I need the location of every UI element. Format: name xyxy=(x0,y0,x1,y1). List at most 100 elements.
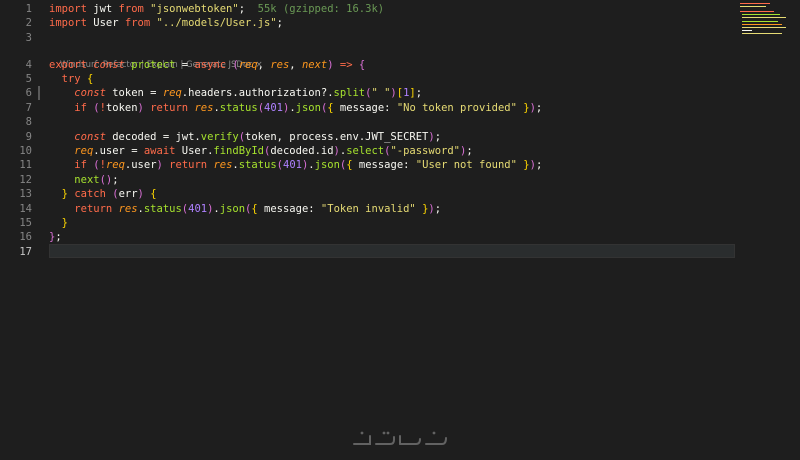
line-code: const token = req.headers.authorization?… xyxy=(49,86,422,100)
line-number: 5 xyxy=(25,73,32,85)
code-token: "-password" xyxy=(390,145,460,157)
code-token: = xyxy=(175,59,195,71)
line-number: 7 xyxy=(25,102,32,114)
code-token: err xyxy=(118,188,138,200)
code-line[interactable]: 14 return res.status(401).json({ message… xyxy=(0,202,740,216)
line-code: } xyxy=(49,216,68,230)
code-token: return xyxy=(169,159,208,171)
code-line[interactable]: 3 xyxy=(0,31,740,45)
code-token: res xyxy=(194,102,214,114)
code-token: token xyxy=(105,87,151,99)
line-code: export const protect = async (req, res, … xyxy=(49,58,365,72)
code-token: req xyxy=(238,59,258,71)
code-line[interactable]: 2 import User from "../models/User.js"; xyxy=(0,16,740,30)
code-token: message: xyxy=(333,102,397,114)
code-line[interactable]: 10 req.user = await User.findById(decode… xyxy=(0,144,740,158)
code-token: catch xyxy=(74,188,106,200)
code-line[interactable]: 9 const decoded = jwt.verify(token, proc… xyxy=(0,130,740,144)
code-token: " " xyxy=(371,87,391,99)
line-code: try { xyxy=(49,72,94,86)
code-token: await xyxy=(143,145,176,157)
code-token: req xyxy=(105,159,125,171)
code-line[interactable]: 16}; xyxy=(0,230,740,244)
code-token: 55k (gzipped: 16.3k) xyxy=(245,3,385,15)
code-line[interactable]: 17 xyxy=(0,245,740,259)
code-token: } xyxy=(516,159,530,171)
code-token: verify xyxy=(200,131,239,143)
code-token: } xyxy=(516,102,530,114)
code-editor[interactable]: Windsurf: Refactor | Explain | Generate … xyxy=(0,0,800,460)
code-token: status xyxy=(219,102,258,114)
code-token: status xyxy=(238,159,277,171)
code-line[interactable]: 7 if (!token) return res.status(401).jso… xyxy=(0,101,740,115)
code-token: User. xyxy=(175,145,214,157)
code-token: message: xyxy=(257,203,321,215)
code-line[interactable]: 6 const token = req.headers.authorizatio… xyxy=(0,86,740,100)
code-line[interactable]: 11 if (!req.user) return res.status(401)… xyxy=(0,158,740,172)
code-token: decoded xyxy=(105,131,163,143)
codelens-bar: Windsurf: Refactor | Explain | Generate … xyxy=(49,44,263,70)
code-token: ; xyxy=(434,203,442,215)
code-line[interactable]: 4 export const protect = async (req, res,… xyxy=(0,58,740,72)
line-number: 10 xyxy=(19,145,32,157)
code-line[interactable]: 13 } catch (err) { xyxy=(0,187,740,201)
code-token: split xyxy=(333,87,366,99)
line-number: 9 xyxy=(25,131,32,143)
line-code: const decoded = jwt.verify(token, proces… xyxy=(49,130,441,144)
line-number: 14 xyxy=(19,203,32,215)
line-number: 16 xyxy=(19,231,32,243)
line-code: req.user = await User.findById(decoded.i… xyxy=(49,144,473,158)
line-code: next(); xyxy=(49,173,118,187)
code-token: decoded.id xyxy=(270,145,334,157)
code-token: "../models/User.js" xyxy=(156,17,277,29)
code-token: ; xyxy=(466,145,473,157)
code-line[interactable]: 1 import jwt from "jsonwebtoken"; 55k (gz… xyxy=(0,2,740,16)
code-token: json xyxy=(314,159,340,171)
code-line[interactable]: 5 try { xyxy=(0,72,740,86)
code-token: export xyxy=(49,59,87,71)
minimap[interactable] xyxy=(738,2,788,42)
code-token: select xyxy=(346,145,385,157)
code-token: message: xyxy=(352,159,416,171)
line-number: 17 xyxy=(19,246,32,258)
code-token: token xyxy=(105,102,138,114)
khamsat-logo-icon xyxy=(353,431,447,445)
line-code: }; xyxy=(49,230,62,244)
line-number: 12 xyxy=(19,174,32,186)
code-token: import xyxy=(49,17,87,29)
code-token: = xyxy=(162,131,176,143)
code-line[interactable]: 15 } xyxy=(0,216,740,230)
code-token: res xyxy=(270,59,290,71)
code-token: { xyxy=(358,59,366,71)
line-code: import jwt from "jsonwebtoken"; 55k (gzi… xyxy=(49,2,384,16)
code-token: if xyxy=(74,102,87,114)
code-token: .user xyxy=(124,159,157,171)
line-code: if (!req.user) return res.status(401).js… xyxy=(49,158,542,172)
code-token: json xyxy=(295,102,321,114)
code-token: req xyxy=(74,145,94,157)
code-token: jwt. xyxy=(175,131,201,143)
code-token: , xyxy=(257,59,271,71)
code-token: const xyxy=(74,87,106,99)
code-line[interactable]: 12 next(); xyxy=(0,173,740,187)
code-token: 401 xyxy=(283,159,302,171)
code-token: "Token invalid" xyxy=(320,203,416,215)
code-token: , xyxy=(289,59,302,71)
code-line[interactable]: 8 xyxy=(0,115,740,129)
code-token: const xyxy=(93,59,125,71)
code-token: 401 xyxy=(188,203,208,215)
code-token: "User not found" xyxy=(415,159,517,171)
vertical-scrollbar[interactable] xyxy=(790,0,800,460)
line-number: 2 xyxy=(25,17,32,29)
code-token: } xyxy=(61,217,68,229)
code-token: next xyxy=(74,174,100,186)
code-token: return xyxy=(74,203,113,215)
